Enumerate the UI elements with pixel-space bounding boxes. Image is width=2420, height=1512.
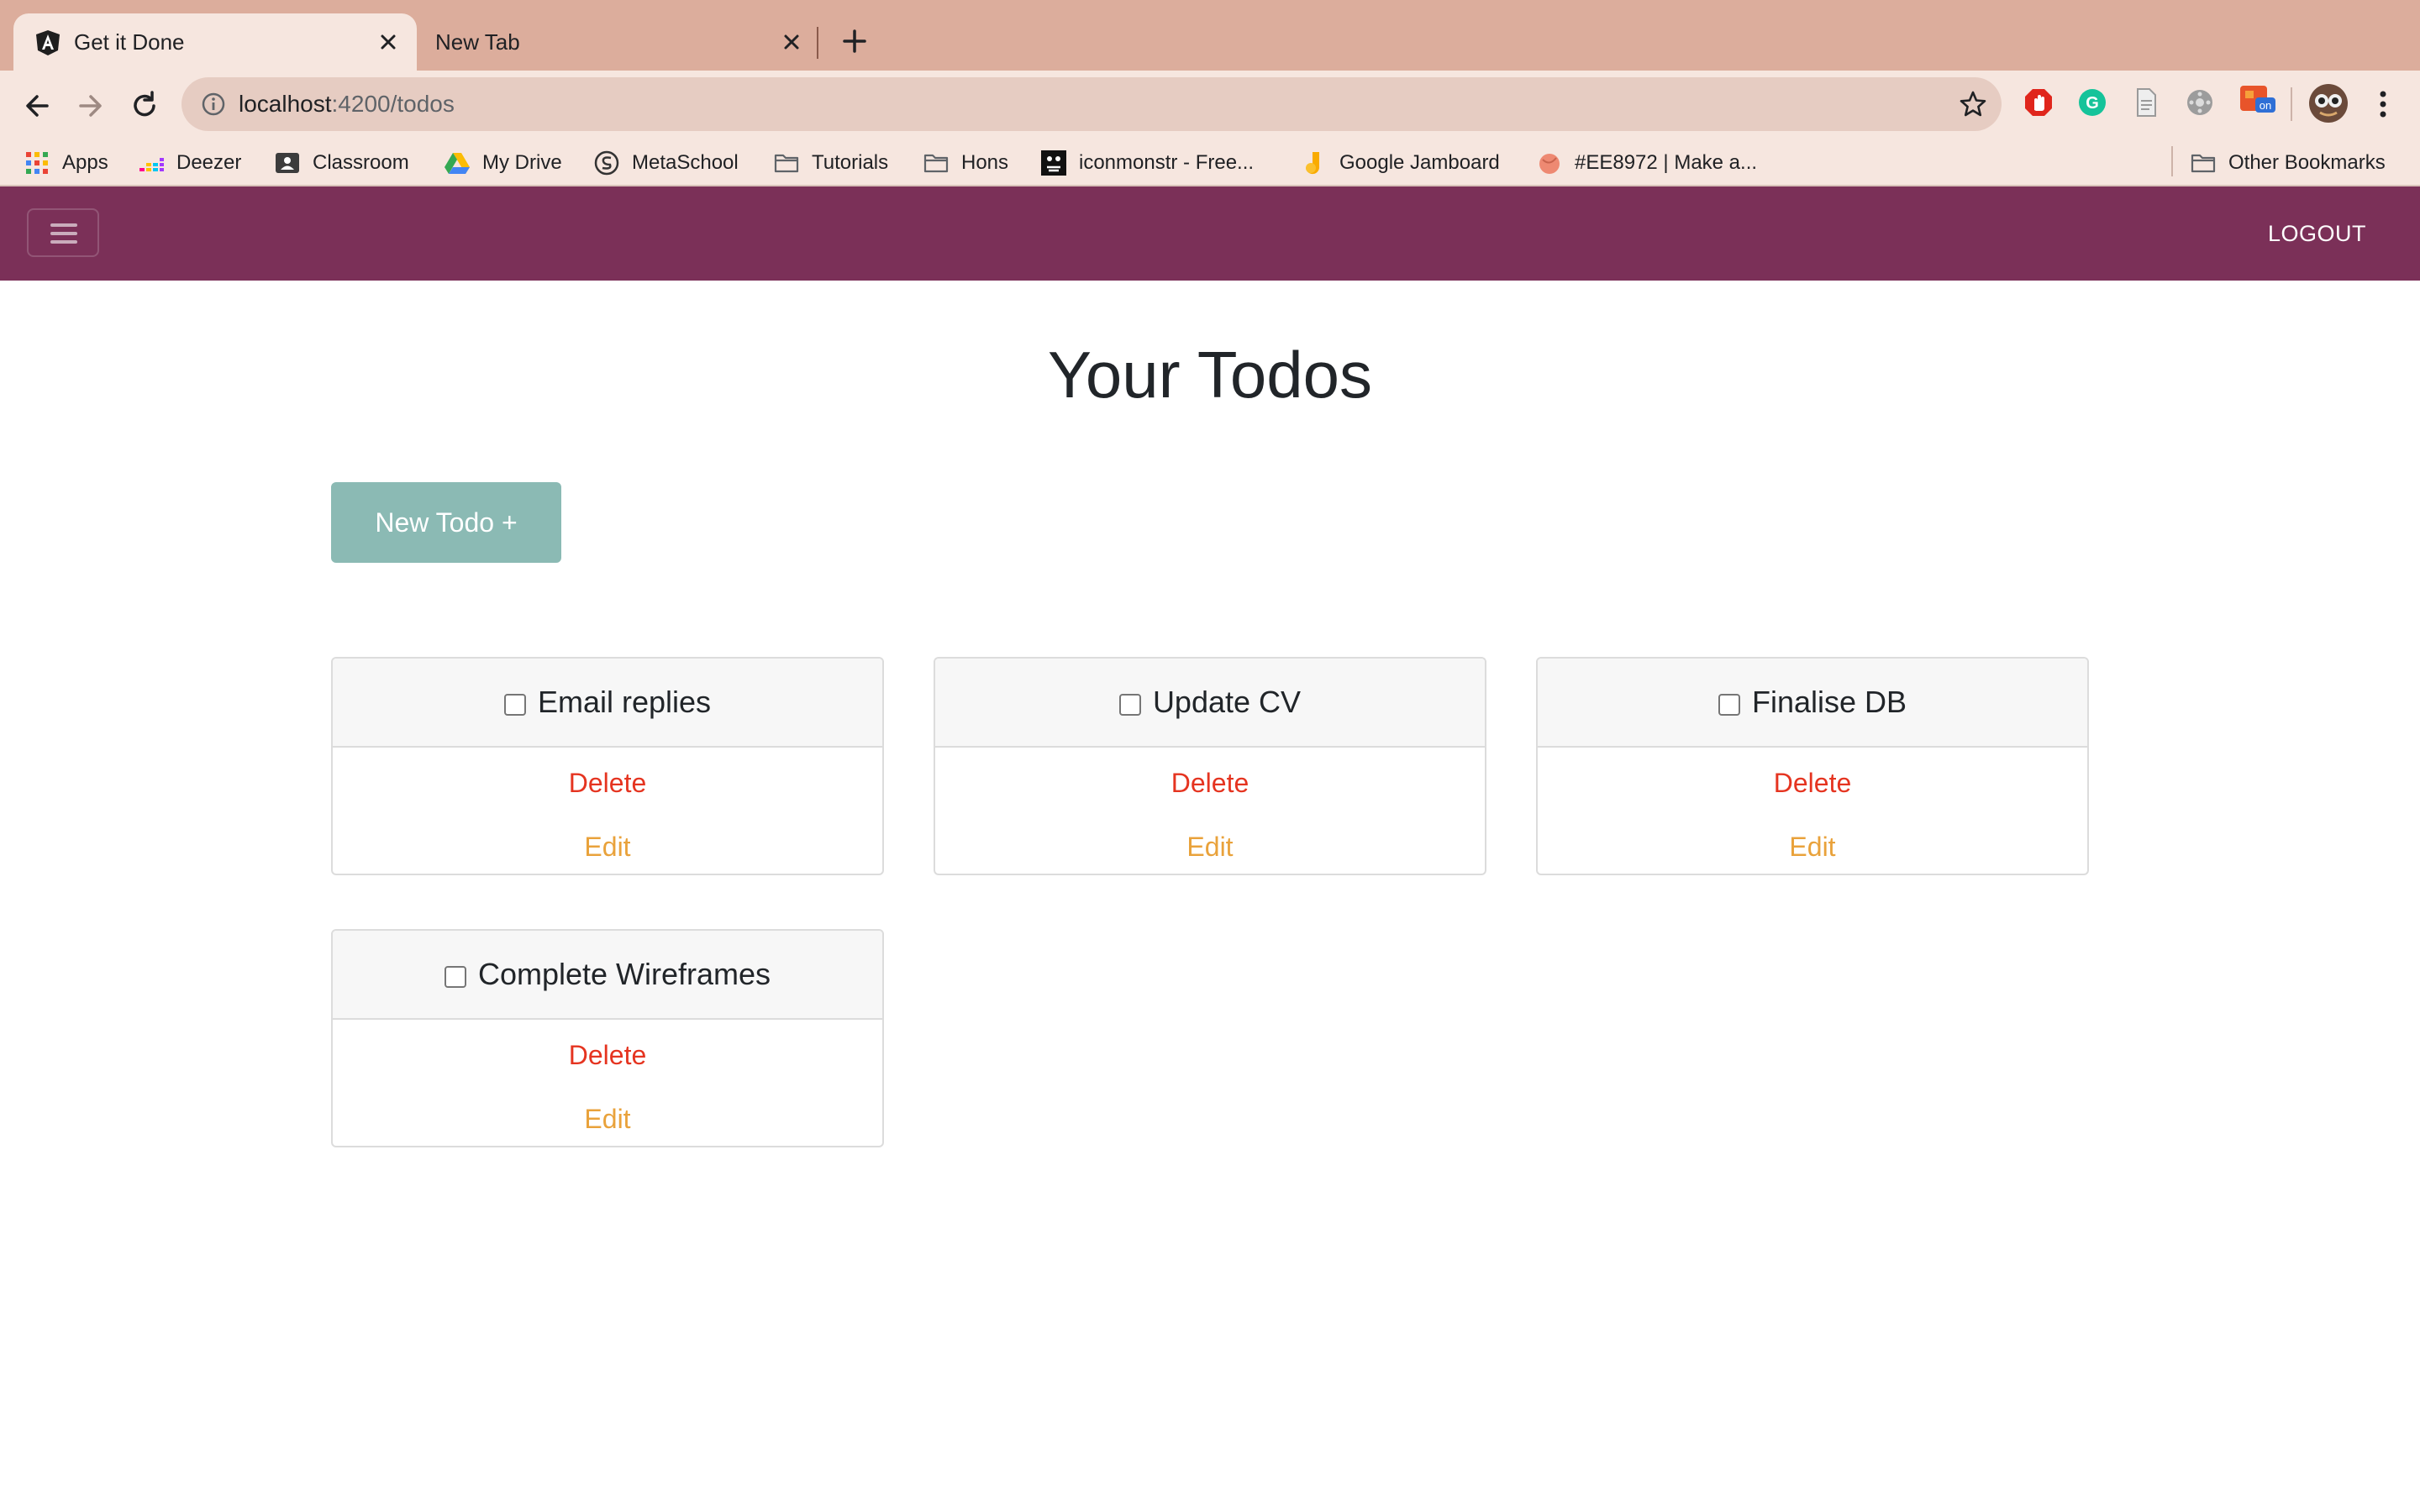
bookmark-apps[interactable]: Apps xyxy=(24,146,108,180)
todo-checkbox[interactable] xyxy=(503,694,526,716)
todo-card-header: Email replies xyxy=(333,659,882,748)
close-tab-icon[interactable] xyxy=(373,27,403,57)
other-bookmarks[interactable]: Other Bookmarks xyxy=(2190,146,2386,180)
edit-link[interactable]: Edit xyxy=(1538,830,2087,864)
iconmonstr-icon xyxy=(1041,150,1066,176)
todo-card: Email replies Delete Edit xyxy=(331,657,884,875)
bookmark-label: Deezer xyxy=(176,151,242,174)
todo-title: Email replies xyxy=(537,685,712,719)
new-tab-plus-icon[interactable] xyxy=(837,24,872,59)
bookmark-iconmonstr[interactable]: iconmonstr - Free... xyxy=(1040,146,1254,180)
metaschool-icon xyxy=(594,150,619,176)
reload-icon[interactable] xyxy=(124,86,165,126)
bookmark-label: Apps xyxy=(62,151,108,174)
toolbar-separator xyxy=(2291,87,2292,121)
url-path: :4200/todos xyxy=(331,91,455,117)
apps-grid-icon xyxy=(26,152,48,174)
todo-card-header: Complete Wireframes xyxy=(333,931,882,1020)
todo-checkbox[interactable] xyxy=(1118,694,1141,716)
bookmarks-separator xyxy=(2171,146,2173,176)
bookmark-metaschool[interactable]: MetaSchool xyxy=(593,146,739,180)
edit-link[interactable]: Edit xyxy=(333,1102,882,1136)
bookmark-my-drive[interactable]: My Drive xyxy=(444,146,562,180)
bookmark-star-icon[interactable] xyxy=(1958,89,1988,119)
deezer-icon xyxy=(139,158,164,171)
angular-icon xyxy=(36,30,60,55)
profile-avatar[interactable] xyxy=(2307,82,2349,124)
delete-link[interactable]: Delete xyxy=(333,766,882,800)
folder-icon xyxy=(774,154,799,173)
classroom-icon xyxy=(276,153,299,173)
todo-checkbox[interactable] xyxy=(444,966,466,988)
close-tab-icon[interactable] xyxy=(776,27,807,57)
folder-icon xyxy=(923,154,949,173)
todo-title: Complete Wireframes xyxy=(477,957,771,991)
bookmark-label: Classroom xyxy=(313,151,409,174)
folder-icon xyxy=(2191,154,2216,173)
hamburger-line xyxy=(50,232,77,235)
browser-tab-strip: Get it Done New Tab xyxy=(0,0,2420,71)
app-navbar: LOGOUT xyxy=(0,186,2420,281)
bookmark-label: #EE8972 | Make a... xyxy=(1575,151,1758,174)
grammarly-extension-icon[interactable]: G xyxy=(2075,86,2109,119)
tab-title: Get it Done xyxy=(74,29,185,55)
bookmarks-bar: Apps Deezer Classroom My Drive MetaSchoo… xyxy=(0,139,2420,186)
svg-text:G: G xyxy=(2086,94,2099,113)
forward-arrow-icon[interactable] xyxy=(71,86,111,126)
address-bar[interactable]: localhost:4200/todos xyxy=(182,77,2002,131)
bookmark-google-jamboard[interactable]: Google Jamboard xyxy=(1301,146,1500,180)
adblock-extension-icon[interactable] xyxy=(2022,86,2055,119)
bookmark-label: Other Bookmarks xyxy=(2228,151,2386,174)
back-arrow-icon[interactable] xyxy=(17,86,57,126)
bookmark-label: Google Jamboard xyxy=(1339,151,1500,174)
todo-card-header: Update CV xyxy=(935,659,1485,748)
todo-card: Finalise DB Delete Edit xyxy=(1536,657,2089,875)
browser-toolbar: localhost:4200/todos G on Apps Deezer Cl… xyxy=(0,71,2420,200)
todo-checkbox[interactable] xyxy=(1718,694,1740,716)
colorzilla-extension-icon[interactable]: on xyxy=(2237,82,2277,123)
menu-toggle-button[interactable] xyxy=(27,208,99,257)
extension-badge: on xyxy=(2260,99,2271,112)
drive-icon xyxy=(445,153,470,174)
bookmark-color-ee8972[interactable]: #EE8972 | Make a... xyxy=(1536,146,1757,180)
logout-link[interactable]: LOGOUT xyxy=(2268,218,2366,249)
todo-card: Complete Wireframes Delete Edit xyxy=(331,929,884,1147)
hamburger-line xyxy=(50,240,77,244)
tab-new-tab[interactable]: New Tab xyxy=(417,13,820,71)
edit-link[interactable]: Edit xyxy=(333,830,882,864)
new-todo-button[interactable]: New Todo + xyxy=(331,482,561,563)
todo-title: Finalise DB xyxy=(1751,685,1907,719)
todo-card-header: Finalise DB xyxy=(1538,659,2087,748)
bookmark-label: MetaSchool xyxy=(632,151,739,174)
hamburger-line xyxy=(50,223,77,227)
bookmark-tutorials[interactable]: Tutorials xyxy=(773,146,888,180)
bookmark-label: Tutorials xyxy=(812,151,889,174)
url-text[interactable]: localhost:4200/todos xyxy=(239,89,455,119)
document-extension-icon[interactable] xyxy=(2129,86,2163,119)
url-host: localhost xyxy=(239,91,332,117)
page-title: Your Todos xyxy=(1047,338,1372,412)
todo-title: Update CV xyxy=(1152,685,1302,719)
bookmark-deezer[interactable]: Deezer xyxy=(138,146,241,180)
delete-link[interactable]: Delete xyxy=(333,1038,882,1072)
todo-card: Update CV Delete Edit xyxy=(934,657,1486,875)
edit-link[interactable]: Edit xyxy=(935,830,1485,864)
delete-link[interactable]: Delete xyxy=(1538,766,2087,800)
delete-link[interactable]: Delete xyxy=(935,766,1485,800)
bookmark-label: iconmonstr - Free... xyxy=(1079,151,1255,174)
bookmark-hons[interactable]: Hons xyxy=(923,146,1008,180)
tab-separator xyxy=(817,27,818,59)
tab-get-it-done[interactable]: Get it Done xyxy=(13,13,417,71)
bookmark-label: My Drive xyxy=(482,151,562,174)
extension-gear-icon[interactable] xyxy=(2183,86,2217,119)
bookmark-label: Hons xyxy=(961,151,1009,174)
bookmark-classroom[interactable]: Classroom xyxy=(274,146,409,180)
tab-title: New Tab xyxy=(435,29,520,55)
chrome-menu-icon[interactable] xyxy=(2368,87,2398,121)
jamboard-icon xyxy=(1306,152,1320,175)
color-swatch-icon xyxy=(1539,154,1560,174)
site-info-icon[interactable] xyxy=(200,91,227,118)
